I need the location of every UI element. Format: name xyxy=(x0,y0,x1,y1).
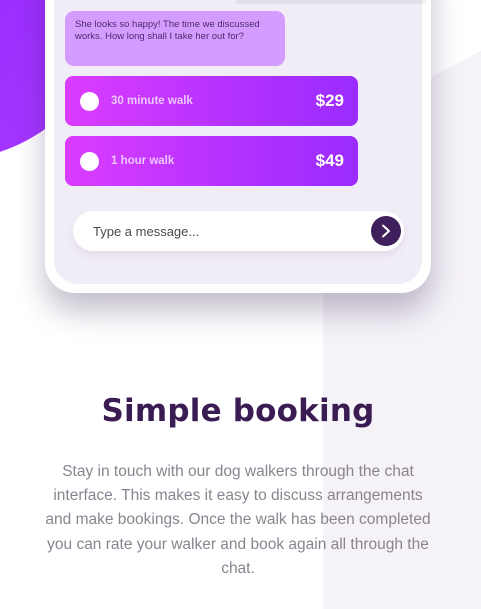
radio-button[interactable] xyxy=(80,91,99,111)
send-button[interactable] xyxy=(371,216,401,246)
message-composer xyxy=(73,211,404,251)
option-30-minute-walk[interactable]: 30 minute walk $29 xyxy=(65,76,358,126)
chat-screen: She looks so happy! The time we discusse… xyxy=(54,0,426,284)
option-label: 30 minute walk xyxy=(111,95,193,107)
chevron-right-icon xyxy=(382,224,390,238)
walker-message-bubble: She looks so happy! The time we discusse… xyxy=(65,11,285,66)
walker-message-text: She looks so happy! The time we discusse… xyxy=(75,19,260,42)
option-label: 1 hour walk xyxy=(111,155,175,167)
feature-section: She looks so happy! The time we discusse… xyxy=(0,0,481,609)
radio-button[interactable] xyxy=(80,151,99,171)
phone-mockup: She looks so happy! The time we discusse… xyxy=(45,0,431,293)
option-1-hour-walk[interactable]: 1 hour walk $49 xyxy=(65,136,358,186)
option-price: $29 xyxy=(315,91,344,110)
message-input[interactable] xyxy=(93,211,363,251)
option-price: $49 xyxy=(315,151,344,170)
section-title: Simple booking xyxy=(101,393,375,429)
previous-message-edge xyxy=(236,0,426,4)
section-description: Stay in touch with our dog walkers throu… xyxy=(45,463,431,577)
